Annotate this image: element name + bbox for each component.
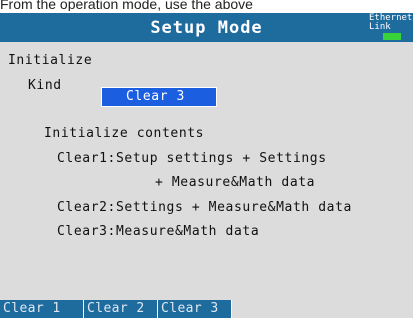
section-title: Initialize (8, 53, 93, 68)
recorder-screen: Setup Mode Ethernet Link Initialize Kind… (0, 13, 413, 318)
ethernet-status: Ethernet Link (369, 14, 412, 32)
softkey-clear-3[interactable]: Clear 3 (158, 300, 232, 318)
kind-label: Kind (28, 78, 62, 93)
screen-title: Setup Mode (150, 18, 263, 38)
softkey-clear-2[interactable]: Clear 2 (84, 300, 158, 318)
clear2-description: Clear2:Settings + Measure&Math data (57, 200, 352, 215)
link-label: Link (369, 22, 391, 32)
kind-select[interactable]: Clear 3 (101, 87, 217, 107)
softkey-clear-1[interactable]: Clear 1 (0, 300, 84, 318)
title-bar: Setup Mode Ethernet Link (0, 13, 413, 42)
page-caption: From the operation mode, use the above (0, 0, 253, 11)
clear1-description: Clear1:Setup settings + Settings (57, 151, 327, 166)
contents-heading: Initialize contents (44, 126, 205, 141)
clear1-description-cont: + Measure&Math data (155, 175, 316, 190)
softkey-bar: Clear 1 Clear 2 Clear 3 (0, 300, 413, 318)
clear3-description: Clear3:Measure&Math data (57, 224, 260, 239)
link-led-icon (383, 33, 401, 40)
